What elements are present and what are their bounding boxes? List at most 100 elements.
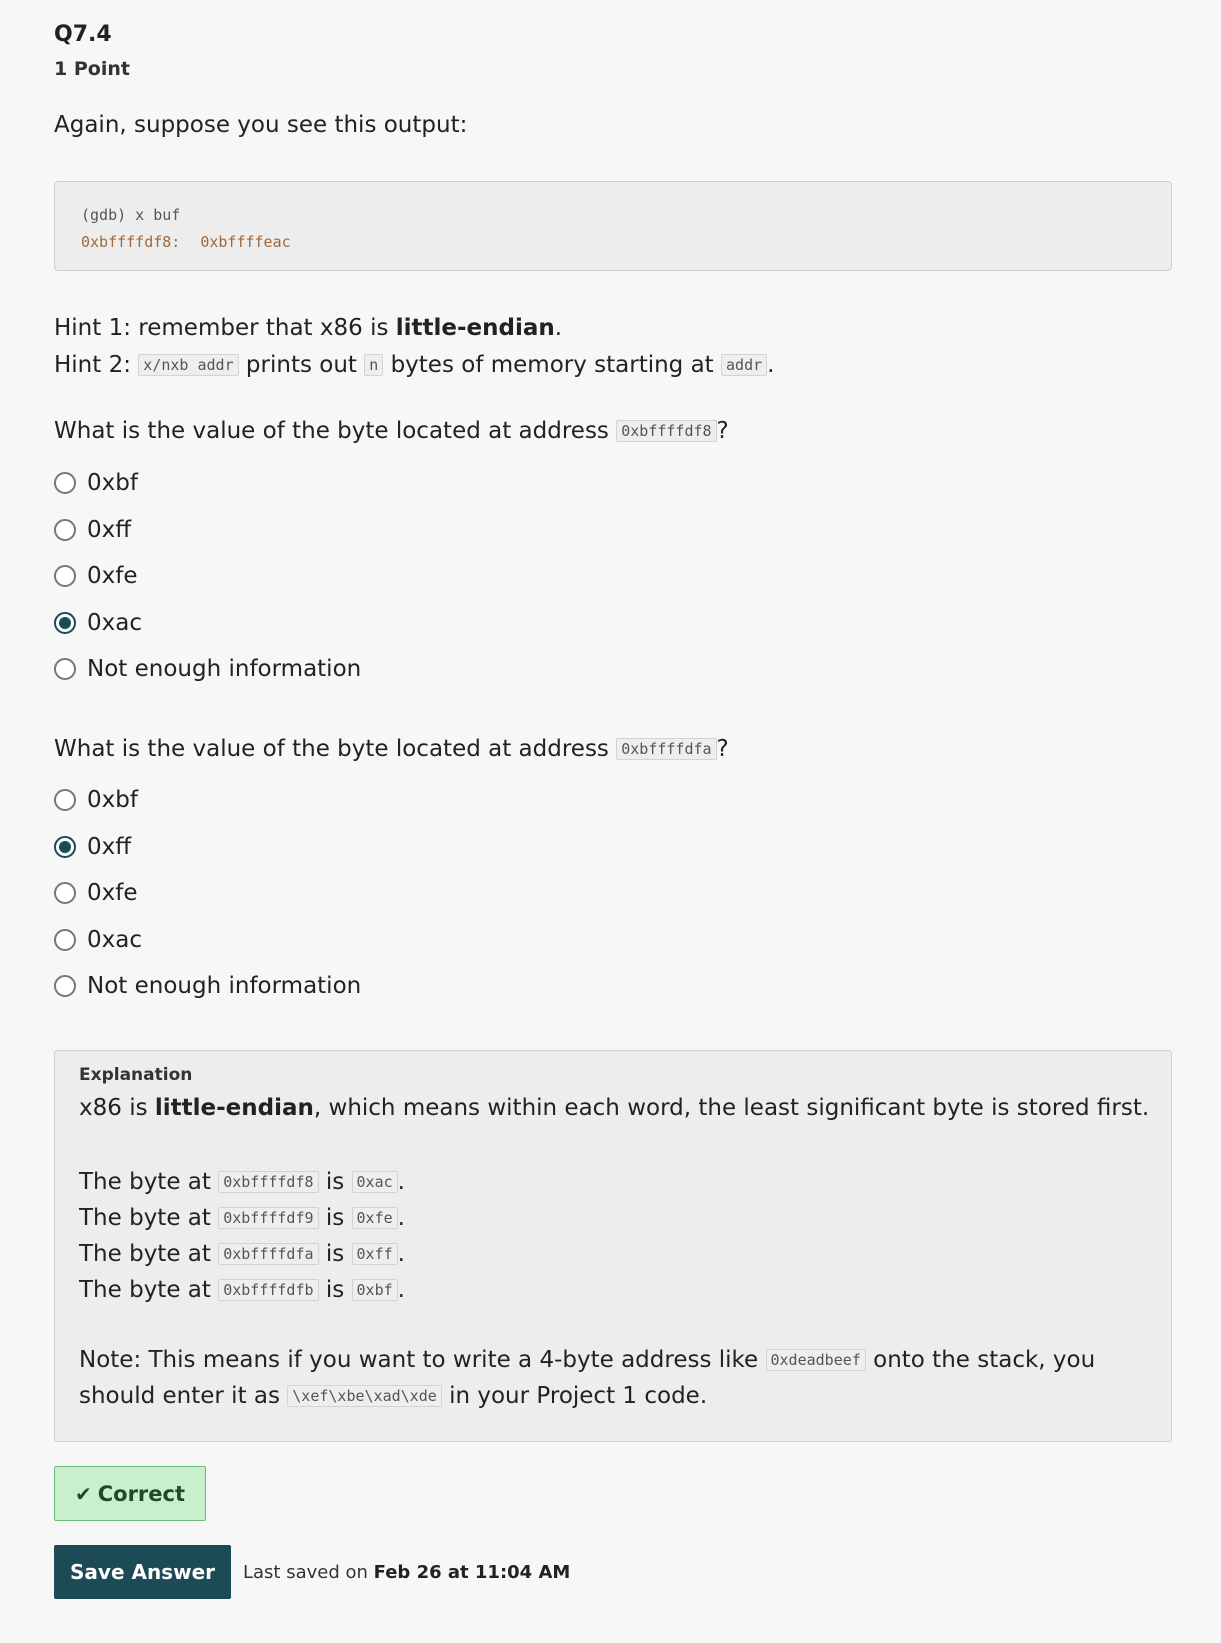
note-text-suffix: in your Project 1 code. xyxy=(441,1383,708,1409)
part1-option-0[interactable]: 0xbf xyxy=(54,470,138,496)
hint-2-text: Hint 2: xyxy=(54,352,139,378)
explanation-byte-line: The byte at 0xbffffdfa is 0xff. xyxy=(79,1241,405,1267)
part1-option-2[interactable]: 0xfe xyxy=(54,563,138,589)
gdb-result-line: 0xbffffdf8: 0xbffffeac xyxy=(81,229,1145,256)
hint-2-suffix: . xyxy=(767,352,775,378)
gdb-command-line: (gdb) x buf xyxy=(81,206,181,224)
note-code-address: 0xdeadbeef xyxy=(765,1349,866,1371)
correct-badge: ✔ Correct xyxy=(54,1466,206,1521)
byte-address: 0xbffffdfa xyxy=(218,1243,319,1265)
part1-option-4[interactable]: Not enough information xyxy=(54,656,361,682)
explanation-panel: Explanation x86 is little-endian, which … xyxy=(54,1050,1172,1442)
note-text: Note: This means if you want to write a … xyxy=(79,1347,766,1373)
part1-option-3[interactable]: 0xac xyxy=(54,610,142,636)
last-saved-prefix: Last saved on xyxy=(243,1562,374,1583)
explanation-note-line-1: Note: This means if you want to write a … xyxy=(79,1347,1095,1373)
byte-line-suffix: . xyxy=(397,1205,405,1231)
option-label: 0xff xyxy=(87,517,132,543)
explanation-intro-suffix: , which means within each word, the leas… xyxy=(313,1095,1150,1121)
part2-option-0[interactable]: 0xbf xyxy=(54,787,138,813)
question-prompt: Again, suppose you see this output: xyxy=(54,112,468,138)
explanation-intro: x86 is little-endian, which means within… xyxy=(79,1095,1149,1121)
radio-button[interactable] xyxy=(54,519,76,541)
part2-question-address: 0xbffffdfa xyxy=(616,738,717,760)
byte-line-is: is xyxy=(318,1169,352,1195)
part1-question-text: What is the value of the byte located at… xyxy=(54,418,617,444)
explanation-byte-line: The byte at 0xbffffdfb is 0xbf. xyxy=(79,1277,405,1303)
option-label: 0xfe xyxy=(87,563,138,589)
hint-2-code-command: x/nxb addr xyxy=(138,354,239,376)
part2-question: What is the value of the byte located at… xyxy=(54,736,729,762)
explanation-intro-text: x86 is xyxy=(79,1095,155,1121)
explanation-intro-bold: little-endian xyxy=(154,1095,314,1121)
radio-button[interactable] xyxy=(54,565,76,587)
option-label: Not enough information xyxy=(87,973,362,999)
explanation-note-line-2: should enter it as \xef\xbe\xad\xde in y… xyxy=(79,1383,707,1409)
option-label: 0xac xyxy=(87,610,142,636)
gdb-output-block: (gdb) x buf 0xbffffdf8: 0xbffffeac xyxy=(54,181,1172,271)
radio-button-selected[interactable] xyxy=(54,612,76,634)
explanation-title: Explanation xyxy=(79,1065,193,1085)
correct-label: Correct xyxy=(97,1481,186,1506)
hint-2-text-mid2: bytes of memory starting at xyxy=(383,352,722,378)
last-saved-status: Last saved on Feb 26 at 11:04 AM xyxy=(243,1562,570,1583)
note-text-line2: should enter it as xyxy=(79,1383,288,1409)
byte-line-suffix: . xyxy=(397,1277,405,1303)
hint-2-text-mid1: prints out xyxy=(238,352,365,378)
byte-address: 0xbffffdfb xyxy=(218,1279,319,1301)
byte-line-prefix: The byte at xyxy=(79,1169,219,1195)
radio-button[interactable] xyxy=(54,882,76,904)
part1-option-1[interactable]: 0xff xyxy=(54,517,131,543)
gdb-value: 0xbffffeac xyxy=(200,233,291,251)
byte-line-suffix: . xyxy=(397,1241,405,1267)
hint-1-suffix: . xyxy=(554,315,563,341)
hint-2-code-n: n xyxy=(364,354,384,376)
question-points: 1 Point xyxy=(54,58,130,80)
byte-line-prefix: The byte at xyxy=(79,1205,219,1231)
byte-value: 0xfe xyxy=(351,1207,398,1229)
byte-address: 0xbffffdf9 xyxy=(218,1207,319,1229)
part2-option-3[interactable]: 0xac xyxy=(54,927,142,953)
option-label: 0xbf xyxy=(87,787,138,813)
part2-question-suffix: ? xyxy=(716,736,729,762)
last-saved-time: Feb 26 at 11:04 AM xyxy=(373,1562,571,1583)
option-label: 0xac xyxy=(87,927,142,953)
byte-line-is: is xyxy=(318,1205,352,1231)
question-number: Q7.4 xyxy=(54,22,112,47)
radio-button-selected[interactable] xyxy=(54,836,76,858)
radio-button[interactable] xyxy=(54,975,76,997)
byte-line-prefix: The byte at xyxy=(79,1241,219,1267)
radio-button[interactable] xyxy=(54,789,76,811)
part2-option-1[interactable]: 0xff xyxy=(54,834,131,860)
save-answer-button[interactable]: Save Answer xyxy=(54,1545,231,1599)
option-label: Not enough information xyxy=(87,656,362,682)
explanation-byte-line: The byte at 0xbffffdf8 is 0xac. xyxy=(79,1169,405,1195)
hint-2: Hint 2: x/nxb addr prints out n bytes of… xyxy=(54,347,774,384)
radio-button[interactable] xyxy=(54,658,76,680)
part1-question-address: 0xbffffdf8 xyxy=(616,420,717,442)
part2-question-text: What is the value of the byte located at… xyxy=(54,736,617,762)
radio-button[interactable] xyxy=(54,929,76,951)
gdb-address: 0xbffffdf8: xyxy=(81,233,181,251)
byte-line-prefix: The byte at xyxy=(79,1277,219,1303)
byte-value: 0xac xyxy=(351,1171,398,1193)
byte-value: 0xff xyxy=(351,1243,398,1265)
explanation-byte-line: The byte at 0xbffffdf9 is 0xfe. xyxy=(79,1205,405,1231)
part2-option-2[interactable]: 0xfe xyxy=(54,880,138,906)
byte-line-suffix: . xyxy=(397,1169,405,1195)
byte-value: 0xbf xyxy=(351,1279,398,1301)
note-code-bytes: \xef\xbe\xad\xde xyxy=(287,1385,442,1407)
note-text-mid: onto the stack, you xyxy=(865,1347,1096,1373)
hints: Hint 1: remember that x86 is little-endi… xyxy=(54,310,774,384)
hint-2-code-addr: addr xyxy=(721,354,768,376)
byte-line-is: is xyxy=(318,1241,352,1267)
byte-address: 0xbffffdf8 xyxy=(218,1171,319,1193)
radio-button[interactable] xyxy=(54,472,76,494)
checkmark-icon: ✔ xyxy=(74,1481,92,1506)
option-label: 0xff xyxy=(87,834,132,860)
part1-question-suffix: ? xyxy=(716,418,729,444)
hint-1-bold: little-endian xyxy=(395,315,555,341)
part2-option-4[interactable]: Not enough information xyxy=(54,973,361,999)
option-label: 0xbf xyxy=(87,470,138,496)
option-label: 0xfe xyxy=(87,880,138,906)
